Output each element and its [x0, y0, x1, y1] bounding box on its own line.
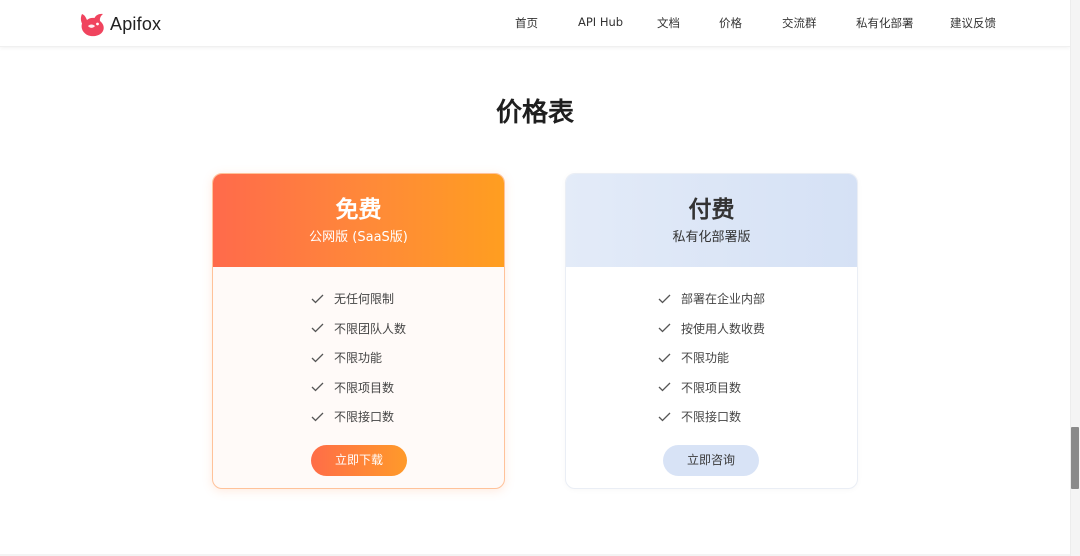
check-icon	[311, 353, 324, 363]
feature-label: 不限功能	[681, 351, 730, 366]
feature-label: 不限接口数	[681, 410, 742, 425]
consult-button[interactable]: 立即咨询	[663, 445, 759, 476]
feature-label: 不限项目数	[681, 380, 742, 395]
check-icon	[311, 323, 324, 333]
feature-item: 无任何限制	[213, 284, 504, 314]
check-icon	[658, 323, 671, 333]
feature-label: 不限团队人数	[334, 321, 407, 336]
plan-title: 免费	[335, 197, 382, 223]
nav-item-community[interactable]: 交流群	[782, 15, 817, 31]
feature-item: 不限功能	[213, 343, 504, 373]
plan-title: 付费	[688, 197, 735, 223]
check-icon	[311, 412, 324, 422]
feature-item: 部署在企业内部	[566, 284, 857, 314]
main-nav: 首页 API Hub 文档 价格 交流群 私有化部署 建议反馈	[0, 0, 1070, 47]
feature-item: 不限接口数	[566, 402, 857, 432]
check-icon	[658, 353, 671, 363]
check-icon	[658, 294, 671, 304]
plan-subtitle: 私有化部署版	[672, 230, 751, 245]
plan-subtitle: 公网版 (SaaS版)	[309, 230, 408, 245]
feature-item: 按使用人数收费	[566, 314, 857, 344]
card-header: 免费 公网版 (SaaS版)	[213, 174, 504, 267]
nav-item-home[interactable]: 首页	[515, 15, 538, 31]
feature-item: 不限接口数	[213, 402, 504, 432]
page-scrollbar[interactable]	[1070, 0, 1080, 556]
card-header: 付费 私有化部署版	[566, 174, 857, 267]
nav-item-pricing[interactable]: 价格	[719, 15, 742, 31]
feature-item: 不限团队人数	[213, 314, 504, 344]
scrollbar-thumb[interactable]	[1071, 427, 1079, 489]
check-icon	[311, 294, 324, 304]
nav-item-docs[interactable]: 文档	[657, 15, 680, 31]
download-button[interactable]: 立即下载	[311, 445, 407, 476]
nav-item-feedback[interactable]: 建议反馈	[950, 15, 996, 31]
page-title: 价格表	[495, 98, 574, 128]
feature-item: 不限功能	[566, 343, 857, 373]
feature-item: 不限项目数	[566, 373, 857, 403]
feature-list: 无任何限制 不限团队人数 不限功能 不限项目数 不限接口数	[213, 267, 504, 432]
feature-label: 无任何限制	[334, 292, 395, 307]
nav-item-private-deploy[interactable]: 私有化部署	[856, 15, 914, 31]
pricing-card-free: 免费 公网版 (SaaS版) 无任何限制 不限团队人数 不限功能 不限项目数 不…	[212, 173, 505, 489]
feature-label: 不限功能	[334, 351, 383, 366]
top-navigation-bar: Apifox 首页 API Hub 文档 价格 交流群 私有化部署 建议反馈	[0, 0, 1070, 47]
feature-list: 部署在企业内部 按使用人数收费 不限功能 不限项目数 不限接口数	[566, 267, 857, 432]
check-icon	[658, 412, 671, 422]
nav-item-api-hub[interactable]: API Hub	[578, 15, 623, 29]
feature-label: 部署在企业内部	[681, 292, 766, 307]
check-icon	[658, 382, 671, 392]
feature-label: 不限接口数	[334, 410, 395, 425]
check-icon	[311, 382, 324, 392]
feature-label: 按使用人数收费	[681, 321, 766, 336]
feature-item: 不限项目数	[213, 373, 504, 403]
feature-label: 不限项目数	[334, 380, 395, 395]
pricing-card-paid: 付费 私有化部署版 部署在企业内部 按使用人数收费 不限功能 不限项目数 不限接…	[565, 173, 858, 489]
